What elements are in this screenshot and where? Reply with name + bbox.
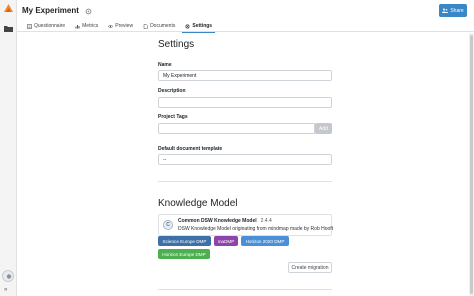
tab-questionnaire[interactable]: Questionnaire — [22, 20, 70, 32]
main-content: Settings Name My Experiment Description … — [17, 33, 469, 296]
users-icon — [442, 8, 449, 13]
scrollbar[interactable] — [469, 33, 474, 296]
tab-label: Questionnaire — [34, 23, 66, 29]
tab-label: Settings — [192, 23, 213, 29]
tab-label: Preview — [115, 23, 134, 29]
knowledge-model-icon: C — [163, 220, 173, 230]
tag-horizon-europe: Horizon Europe DMP — [158, 249, 210, 259]
collapse-sidebar-icon[interactable]: » — [4, 287, 7, 293]
knowledge-model-description: DSW Knowledge Model originating from min… — [178, 226, 334, 232]
share-button[interactable]: Share — [439, 4, 467, 17]
tag-horizon-2020: Horizon 2020 DMP — [241, 236, 289, 246]
knowledge-model-card: C Common DSW Knowledge Model 2.4.4 DSW Kn… — [158, 214, 334, 236]
name-field[interactable]: My Experiment — [158, 70, 332, 81]
knowledge-model-name-row: Common DSW Knowledge Model 2.4.4 — [178, 218, 272, 224]
folder-icon[interactable] — [4, 25, 13, 32]
name-label: Name — [158, 62, 172, 68]
template-label: Default document template — [158, 146, 223, 152]
tab-settings[interactable]: Settings — [180, 20, 217, 33]
header: My Experiment Share Questionnaire Metric… — [17, 0, 474, 33]
create-migration-button[interactable]: Create migration — [288, 262, 332, 273]
description-field[interactable] — [158, 97, 332, 108]
page-title: My Experiment — [22, 6, 79, 15]
settings-heading: Settings — [158, 39, 195, 50]
logo-icon[interactable] — [3, 3, 14, 14]
settings-icon — [185, 24, 190, 28]
tab-metrics[interactable]: Metrics — [70, 20, 103, 32]
tab-bar: Questionnaire Metrics Preview Documents … — [22, 20, 217, 33]
share-label: Share — [450, 7, 464, 14]
tab-label: Documents — [150, 23, 176, 29]
divider — [158, 181, 332, 182]
add-tag-button[interactable]: Add — [315, 123, 332, 134]
scrollbar-thumb[interactable] — [470, 35, 473, 294]
tag-madmp: maDMP — [214, 236, 238, 246]
sidebar: » — [0, 0, 17, 296]
knowledge-model-version: 2.4.4 — [260, 218, 272, 224]
tab-preview[interactable]: Preview — [103, 20, 138, 32]
gear-icon[interactable] — [85, 8, 92, 15]
knowledge-model-heading: Knowledge Model — [158, 198, 238, 209]
project-tags-label: Project Tags — [158, 114, 188, 120]
documents-icon — [143, 23, 148, 29]
description-label: Description — [158, 88, 186, 94]
title-row: My Experiment — [22, 5, 92, 17]
divider — [158, 289, 332, 290]
tab-label: Metrics — [82, 23, 99, 29]
eye-icon — [108, 24, 114, 28]
tab-documents[interactable]: Documents — [138, 20, 180, 32]
project-tags-input[interactable] — [158, 123, 315, 134]
metrics-icon — [75, 24, 80, 28]
template-select[interactable]: -- — [158, 154, 332, 165]
avatar[interactable] — [2, 270, 14, 282]
knowledge-model-name: Common DSW Knowledge Model — [178, 218, 257, 224]
tag-science-europe: Science Europe DMP — [158, 236, 211, 246]
questionnaire-icon — [27, 23, 32, 29]
